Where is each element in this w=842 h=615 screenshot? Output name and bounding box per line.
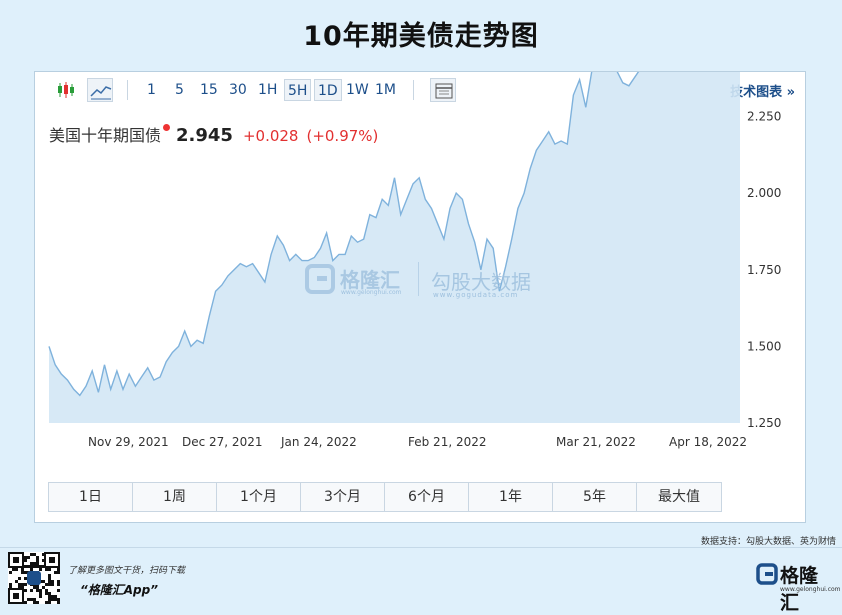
range-6m-button[interactable]: 6个月 xyxy=(385,483,469,511)
x-tick-label: Jan 24, 2022 xyxy=(280,435,357,449)
x-tick-label: Mar 21, 2022 xyxy=(556,435,636,449)
x-tick-label: Dec 27, 2021 xyxy=(182,435,262,449)
range-selector: 1日 1周 1个月 3个月 6个月 1年 5年 最大值 xyxy=(48,482,722,512)
brand-url: www.gelonghui.com xyxy=(780,586,841,593)
area-fill xyxy=(49,72,740,423)
y-tick-label: 1.500 xyxy=(747,339,781,353)
footer-divider xyxy=(0,547,842,548)
x-tick-label: Nov 29, 2021 xyxy=(88,435,169,449)
yield-chart: 2.9451.2501.5001.7502.0002.2502.5002.750… xyxy=(48,72,781,449)
data-source-note: 数据支持：勾股大数据、英为财情 xyxy=(700,537,836,547)
y-tick-label: 1.750 xyxy=(747,263,781,277)
page-title: 10年期美债走势图 xyxy=(303,21,539,52)
brand-g-icon xyxy=(756,563,778,585)
brand-logo: 格隆汇 www.gelonghui.com xyxy=(756,560,841,614)
promo-text: 了解更多图文干货，扫码下载 xyxy=(68,566,186,576)
y-tick-label: 2.250 xyxy=(747,110,781,124)
y-tick-label: 2.000 xyxy=(747,186,781,200)
range-3m-button[interactable]: 3个月 xyxy=(301,483,385,511)
y-tick-label: 1.250 xyxy=(747,416,781,430)
range-1y-button[interactable]: 1年 xyxy=(469,483,553,511)
range-1w-button[interactable]: 1周 xyxy=(133,483,217,511)
chart-panel: 1 5 15 30 1H 5H 1D 1W 1M 技术图表 » 美国十年期国债 2… xyxy=(34,71,806,523)
range-max-button[interactable]: 最大值 xyxy=(637,483,721,511)
range-5y-button[interactable]: 5年 xyxy=(553,483,637,511)
range-1m-button[interactable]: 1个月 xyxy=(217,483,301,511)
range-1d-button[interactable]: 1日 xyxy=(49,483,133,511)
x-tick-label: Apr 18, 2022 xyxy=(669,435,747,449)
x-tick-label: Feb 21, 2022 xyxy=(408,435,487,449)
promo-app-name: “格隆汇App” xyxy=(80,583,158,597)
qr-code-image xyxy=(8,552,60,604)
